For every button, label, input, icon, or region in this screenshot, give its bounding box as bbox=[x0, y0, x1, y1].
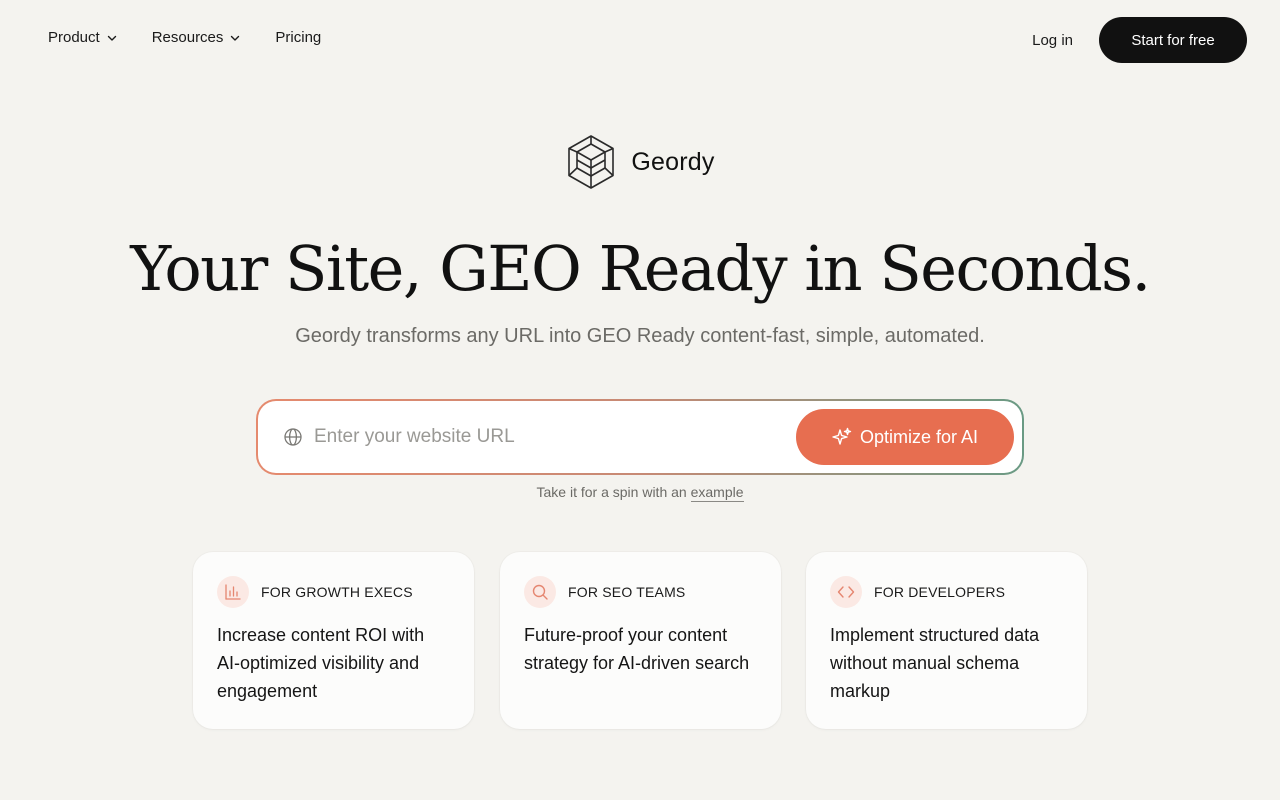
nav-product-label: Product bbox=[48, 29, 100, 46]
card-text: Increase content ROI with AI-optimized v… bbox=[217, 625, 425, 701]
login-link[interactable]: Log in bbox=[1032, 32, 1073, 49]
card-tag: FOR GROWTH EXECS bbox=[261, 584, 413, 600]
nav-actions: Log in Start for free bbox=[1032, 17, 1247, 63]
nav-links: Product Resources Pricing bbox=[48, 29, 321, 46]
url-form-inner: Optimize for AI bbox=[258, 401, 1022, 473]
code-icon bbox=[837, 586, 855, 598]
spin-note: Take it for a spin with an example bbox=[0, 484, 1280, 502]
card-developers: FOR DEVELOPERS Implement structured data… bbox=[806, 552, 1087, 729]
url-form: Optimize for AI bbox=[256, 399, 1024, 475]
start-for-free-button[interactable]: Start for free bbox=[1099, 17, 1247, 63]
optimize-for-ai-button[interactable]: Optimize for AI bbox=[796, 409, 1014, 465]
card-header: FOR DEVELOPERS bbox=[830, 576, 1063, 608]
chevron-down-icon bbox=[107, 35, 116, 41]
card-header: FOR SEO TEAMS bbox=[524, 576, 757, 608]
card-icon-wrap bbox=[524, 576, 556, 608]
card-text: Implement structured data without manual… bbox=[830, 625, 1040, 701]
brand-name: Geordy bbox=[631, 147, 715, 176]
card-tag: FOR DEVELOPERS bbox=[874, 584, 1006, 600]
optimize-button-label: Optimize for AI bbox=[859, 426, 979, 447]
card-icon-wrap bbox=[217, 576, 249, 608]
spin-note-text: Take it for a spin with an bbox=[536, 484, 691, 500]
website-url-input[interactable] bbox=[314, 419, 784, 455]
hero-headline: Your Site, GEO Ready in Seconds. bbox=[130, 232, 1151, 305]
bar-chart-icon bbox=[225, 584, 241, 600]
card-header: FOR GROWTH EXECS bbox=[217, 576, 450, 608]
card-tag: FOR SEO TEAMS bbox=[568, 584, 686, 600]
brand: Geordy bbox=[0, 134, 1280, 190]
chevron-down-icon bbox=[231, 35, 240, 41]
card-seo-teams: FOR SEO TEAMS Future-proof your content … bbox=[500, 552, 781, 729]
nav-pricing-label: Pricing bbox=[275, 29, 322, 46]
search-icon bbox=[532, 584, 548, 600]
nav-pricing-link[interactable]: Pricing bbox=[275, 29, 321, 46]
nav-resources-label: Resources bbox=[151, 29, 224, 46]
globe-icon bbox=[284, 428, 302, 446]
hero-subhead: Geordy transforms any URL into GEO Ready… bbox=[295, 325, 985, 347]
nav-resources-menu[interactable]: Resources bbox=[152, 29, 242, 46]
sparkles-icon bbox=[832, 427, 852, 445]
card-text: Future-proof your content strategy for A… bbox=[524, 625, 750, 673]
nav-product-menu[interactable]: Product bbox=[48, 29, 118, 46]
hex-cube-logo-icon bbox=[568, 135, 615, 189]
card-icon-wrap bbox=[830, 576, 862, 608]
top-nav: Product Resources Pricing Log in Start f… bbox=[0, 0, 1280, 80]
example-link[interactable]: example bbox=[690, 484, 744, 502]
card-growth-execs: FOR GROWTH EXECS Increase content ROI wi… bbox=[193, 552, 474, 729]
